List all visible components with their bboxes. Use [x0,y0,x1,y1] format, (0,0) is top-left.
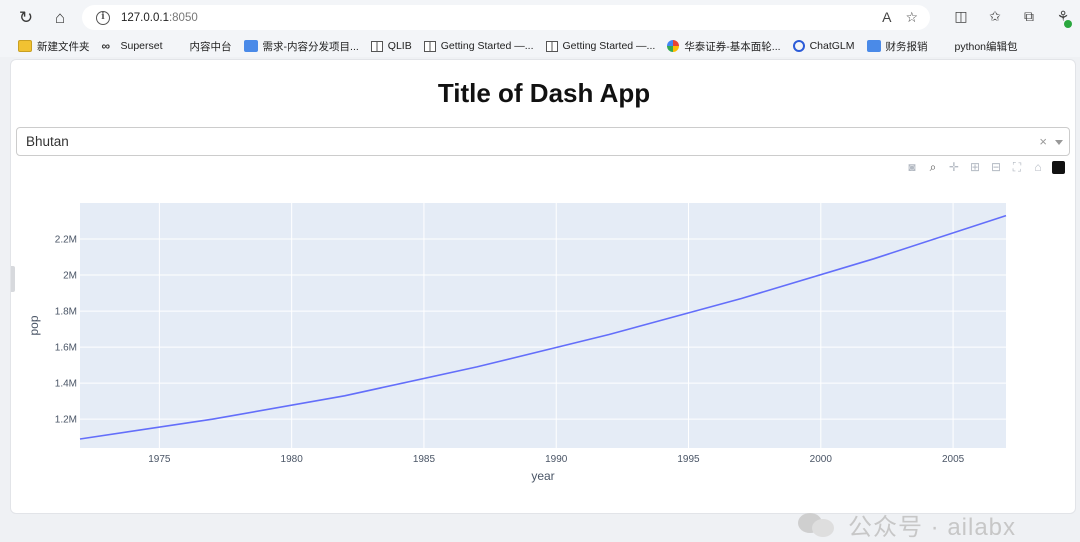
bookmark-label: python编辑包 [954,40,1018,53]
y-tick-label: 1.2M [55,415,77,426]
population-line-chart: 1975 1980 1985 1990 1995 2000 2005 1.2M 1.4M 1.6M… [27,203,1007,483]
bookmark-label: Getting Started —... [440,40,534,52]
site-info-icon[interactable]: i [96,10,110,25]
book-icon [370,40,383,52]
x-tick-label: 1990 [545,454,568,465]
x-tick-label: 1985 [413,454,436,465]
app-icon [866,40,881,52]
bookmark-item[interactable]: ∞ Superset [102,40,163,52]
x-tick-label: 2005 [942,454,965,465]
bookmark-item[interactable]: Getting Started —... [545,40,656,52]
url-text: 127.0.0.1:8050 [121,11,198,24]
plot-background [80,203,1006,448]
y-tick-label: 1.6M [55,343,77,354]
bookmark-label: Getting Started —... [562,40,656,52]
x-axis-title: year [531,469,554,483]
bookmark-item[interactable]: python编辑包 [940,39,1018,111]
bookmark-item[interactable]: 华泰证券-基本面轮... [667,39,781,54]
y-axis-title: pop [27,315,41,335]
y-tick-label: 2.2M [55,235,77,246]
watermark: 公众号 · ailabx [798,507,1016,542]
bookmark-item[interactable]: 需求-内容分发项目... [243,39,359,54]
wechat-icon [798,511,838,539]
x-tick-label: 1995 [677,454,700,465]
book-icon [545,40,558,52]
bookmark-label: QLIB [387,40,412,52]
watermark-text: 公众号 · ailabx [848,514,1017,541]
dash-page: Title of Dash App Bhutan × ◙ ⌕ ✛ ⊞ ⊟ ⛶ ⌂… [10,59,1076,541]
bookmark-label: Superset [120,40,163,52]
bookmarks-bar: 新建文件夹 ∞ Superset 内容中台 需求-内容分发项目... QLIB Gettin… [0,35,1080,111]
bookmark-item[interactable]: 新建文件夹 [18,39,90,54]
folder-icon [18,40,32,52]
favorite-star-icon[interactable]: ☆ [905,9,918,26]
loop-icon: ∞ [101,39,111,53]
y-tick-label: 1.4M [55,379,77,390]
bookmark-label: 新建文件夹 [37,40,90,53]
bookmark-label: 内容中台 [189,40,232,53]
address-bar[interactable]: i 127.0.0.1:8050 A ☆ [82,5,930,30]
chatglm-icon [792,40,805,52]
x-tick-label: 2000 [810,454,833,465]
bookmark-label: 华泰证券-基本面轮... [684,40,781,53]
bookmark-item[interactable]: 内容中台 [175,39,232,111]
y-tick-label: 1.8M [55,307,77,318]
browser-toolbar: ↻ ⌂ i 127.0.0.1:8050 A ☆ ◫ ✩ ⧉ ⚘ [0,0,1080,35]
bookmark-label: 财务报销 [885,40,928,53]
bookmark-item[interactable]: QLIB [370,40,412,52]
color-circle-icon [667,40,680,52]
home-icon[interactable]: ⌂ [48,6,72,30]
bookmark-label: 需求-内容分发项目... [262,40,359,53]
x-tick-label: 1975 [148,454,171,465]
app-icon [243,40,258,52]
split-screen-icon[interactable]: ◫ [952,8,970,25]
collections-icon[interactable]: ⧉ [1020,8,1038,25]
x-tick-label: 1980 [281,454,304,465]
bookmark-label: ChatGLM [809,40,855,52]
y-tick-label: 2M [63,271,77,282]
status-dot-icon [1064,20,1072,28]
bookmark-item[interactable]: ChatGLM [792,40,855,52]
read-aloud-icon[interactable]: A [882,9,891,26]
book-icon [423,40,436,52]
bookmark-item[interactable]: 财务报销 [866,39,928,54]
refresh-icon[interactable]: ↻ [14,6,38,30]
bookmark-item[interactable]: Getting Started —... [423,40,534,52]
favorites-icon[interactable]: ✩ [986,8,1004,25]
